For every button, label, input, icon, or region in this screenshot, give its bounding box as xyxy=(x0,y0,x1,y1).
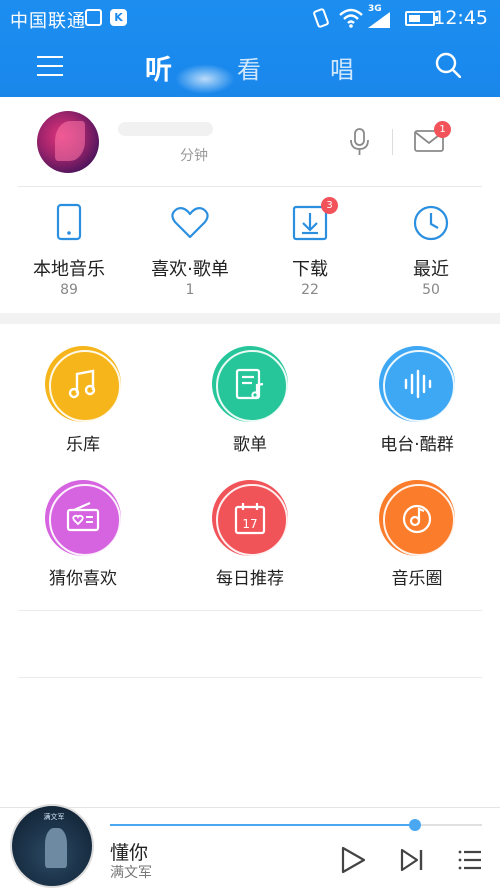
profile-row: 分钟 1 xyxy=(0,97,500,187)
mini-player[interactable]: 满文军 懂你 满文军 xyxy=(0,804,500,889)
app-header: 中国联通 K 3G 12:45 听 看 唱 xyxy=(0,0,500,97)
mail-badge: 1 xyxy=(434,121,451,138)
download-badge: 3 xyxy=(321,197,338,214)
feature-circle xyxy=(212,346,288,422)
faded-banner-area xyxy=(18,610,482,678)
quick-item-label: 最近 xyxy=(413,259,449,280)
battery-icon xyxy=(405,11,438,26)
clock-label: 12:45 xyxy=(433,7,488,29)
status-bar: 中国联通 K 3G 12:45 xyxy=(0,0,500,36)
username-blurred xyxy=(118,122,213,136)
search-icon[interactable] xyxy=(435,52,461,78)
signal-icon xyxy=(368,12,390,28)
divider xyxy=(392,129,393,155)
tab-listen[interactable]: 听 xyxy=(145,48,172,87)
quick-item-favorites[interactable]: 喜欢·歌单 1 xyxy=(130,187,250,313)
gallery-notification-icon xyxy=(85,9,102,26)
artist-name: 满文军 xyxy=(110,865,152,881)
album-art-text: 满文军 xyxy=(43,813,65,821)
listen-time-label: 分钟 xyxy=(180,148,208,164)
feature-label: 乐库 xyxy=(66,435,100,455)
progress-knob[interactable] xyxy=(409,819,422,831)
divider xyxy=(18,677,482,678)
song-title: 懂你 xyxy=(110,842,149,864)
playlist-queue-icon[interactable] xyxy=(458,849,482,871)
feature-circle xyxy=(379,480,455,556)
feature-label: 音乐圈 xyxy=(391,569,443,589)
album-art[interactable]: 满文军 xyxy=(10,804,94,888)
tab-sing[interactable]: 唱 xyxy=(330,50,354,85)
radio-icon xyxy=(66,501,100,532)
wifi-icon xyxy=(339,8,363,28)
calendar-day: 17 xyxy=(242,517,257,531)
soundwave-icon xyxy=(404,369,432,399)
feature-label: 电台·酷群 xyxy=(380,435,454,455)
mic-icon[interactable] xyxy=(348,127,372,157)
feature-circle xyxy=(379,346,455,422)
quick-item-label: 喜欢·歌单 xyxy=(151,259,229,280)
progress-bar[interactable] xyxy=(110,819,482,831)
feature-circle xyxy=(45,346,121,422)
feature-label: 每日推荐 xyxy=(216,569,284,589)
heart-icon xyxy=(171,207,209,239)
top-nav: 听 看 唱 xyxy=(0,36,500,97)
menu-icon[interactable] xyxy=(37,56,63,76)
playlist-icon xyxy=(235,368,264,400)
feature-playlists[interactable]: 歌单 xyxy=(180,346,320,466)
quick-item-count: 22 xyxy=(301,282,319,298)
vibrate-icon xyxy=(313,8,329,28)
music-disc-icon xyxy=(402,504,432,534)
phone-icon xyxy=(56,203,82,241)
feature-guess-you-like[interactable]: 猜你喜欢 xyxy=(13,480,153,600)
feature-music-library[interactable]: 乐库 xyxy=(13,346,153,466)
quick-item-recent[interactable]: 最近 50 xyxy=(371,187,491,313)
play-icon[interactable] xyxy=(340,846,366,874)
quick-item-count: 50 xyxy=(422,282,440,298)
quick-access-row: 本地音乐 89 喜欢·歌单 1 3 下载 22 最近 50 xyxy=(0,187,500,313)
feature-circle: 17 xyxy=(212,480,288,556)
tab-highlight-decoration xyxy=(175,64,235,94)
feature-radio-groups[interactable]: 电台·酷群 xyxy=(347,346,487,466)
quick-item-local-music[interactable]: 本地音乐 89 xyxy=(9,187,129,313)
tab-watch[interactable]: 看 xyxy=(237,50,261,85)
quick-item-count: 1 xyxy=(185,282,195,298)
feature-circle xyxy=(45,480,121,556)
section-separator xyxy=(0,313,500,324)
quick-item-label: 本地音乐 xyxy=(33,259,105,280)
quick-item-label: 下载 xyxy=(292,259,328,280)
avatar[interactable] xyxy=(37,111,99,173)
carrier-label: 中国联通 xyxy=(10,11,86,32)
feature-daily-picks[interactable]: 17 每日推荐 xyxy=(180,480,320,600)
progress-fill xyxy=(110,824,416,826)
music-note-icon xyxy=(68,369,96,399)
feature-label: 猜你喜欢 xyxy=(49,569,117,589)
feature-label: 歌单 xyxy=(233,435,267,455)
divider xyxy=(18,610,482,611)
calendar-icon: 17 xyxy=(234,503,266,535)
quick-item-count: 89 xyxy=(60,282,78,298)
quick-item-download[interactable]: 3 下载 22 xyxy=(250,187,370,313)
next-icon[interactable] xyxy=(400,848,424,872)
kugou-notification-icon: K xyxy=(110,9,127,26)
feature-music-circle[interactable]: 音乐圈 xyxy=(347,480,487,600)
clock-icon xyxy=(413,205,449,241)
